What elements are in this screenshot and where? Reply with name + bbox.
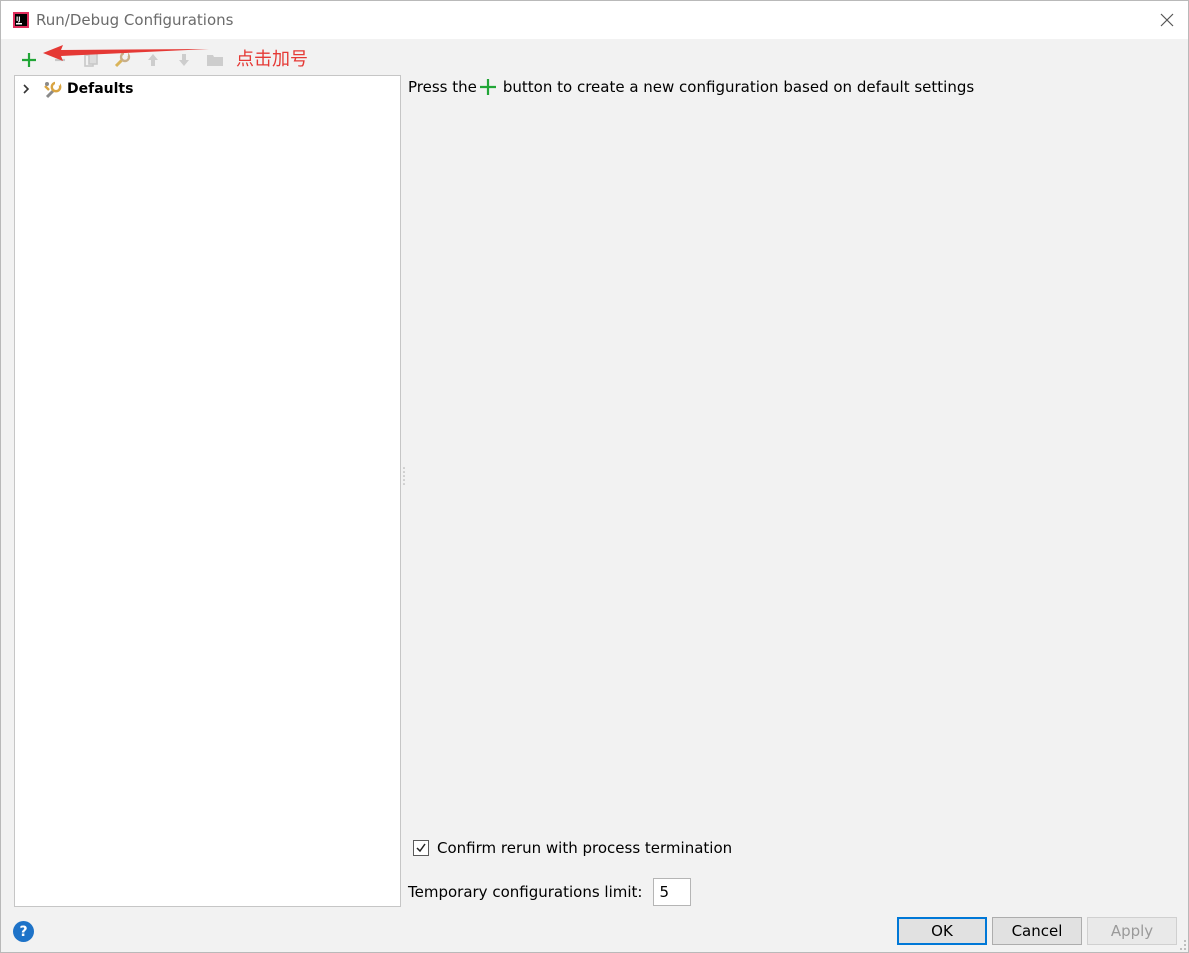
add-configuration-button[interactable] xyxy=(16,47,42,73)
close-icon xyxy=(1160,13,1174,27)
temp-limit-row: Temporary configurations limit: xyxy=(408,878,692,906)
help-icon: ? xyxy=(19,923,28,940)
confirm-rerun-label: Confirm rerun with process termination xyxy=(437,839,733,857)
hint-suffix: button to create a new configuration bas… xyxy=(502,78,975,96)
tree-item-defaults[interactable]: Defaults xyxy=(15,78,400,100)
empty-state-hint: Press the button to create a new configu… xyxy=(408,78,974,96)
add-icon xyxy=(479,79,496,95)
window-title: Run/Debug Configurations xyxy=(36,11,234,29)
help-button[interactable]: ? xyxy=(13,921,34,942)
hint-prefix: Press the xyxy=(408,78,477,96)
title-bar: IJ Run/Debug Configurations xyxy=(1,1,1188,39)
chevron-right-icon[interactable] xyxy=(19,82,33,96)
cancel-button[interactable]: Cancel xyxy=(992,917,1082,945)
intellij-app-icon: IJ xyxy=(13,12,29,28)
close-button[interactable] xyxy=(1151,5,1183,35)
confirm-rerun-option[interactable]: Confirm rerun with process termination xyxy=(413,839,732,857)
annotation-label: 点击加号 xyxy=(236,49,308,70)
tree-item-label: Defaults xyxy=(67,81,134,97)
resize-grip-icon[interactable] xyxy=(1178,939,1188,952)
wrench-icon xyxy=(44,81,62,99)
svg-text:IJ: IJ xyxy=(16,16,20,23)
splitter-handle[interactable] xyxy=(401,465,407,487)
checkmark-icon xyxy=(416,843,426,853)
temp-limit-input[interactable] xyxy=(653,878,692,906)
run-debug-configurations-dialog: IJ Run/Debug Configurations 点击加号 Default… xyxy=(0,0,1189,953)
temp-limit-label: Temporary configurations limit: xyxy=(408,883,643,901)
confirm-rerun-checkbox[interactable] xyxy=(413,840,429,856)
add-icon xyxy=(22,53,36,67)
annotation-arrow-icon xyxy=(43,45,209,61)
apply-button[interactable]: Apply xyxy=(1087,917,1177,945)
ok-button[interactable]: OK xyxy=(897,917,987,945)
configurations-tree[interactable]: Defaults xyxy=(14,75,401,907)
